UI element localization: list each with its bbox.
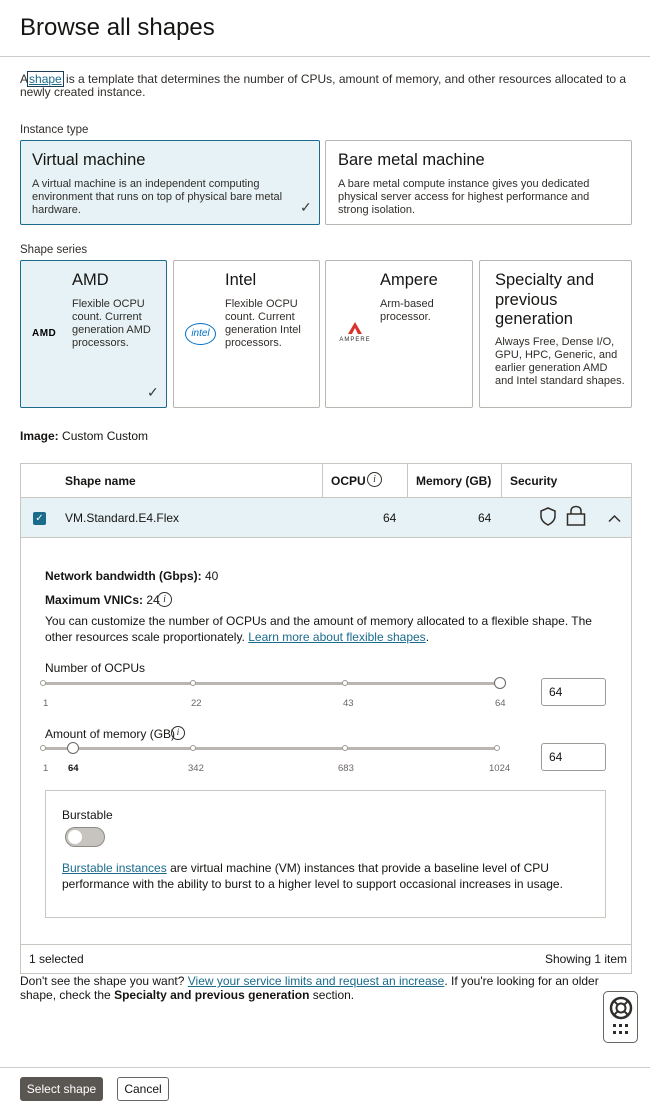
amd-logo-icon: AMD — [32, 328, 57, 339]
instance-type-virtual-machine[interactable]: Virtual machine A virtual machine is an … — [20, 140, 320, 225]
slider-tick — [40, 680, 46, 686]
lifebuoy-icon — [609, 996, 633, 1023]
col-header-memory[interactable]: Memory (GB) — [416, 474, 491, 488]
burstable-toggle[interactable] — [65, 827, 105, 847]
series-intel[interactable]: intel Intel Flexible OCPU count. Current… — [173, 260, 320, 408]
image-value: Custom Custom — [62, 429, 149, 443]
memory-input[interactable]: 64 — [541, 743, 606, 771]
lock-icon — [566, 505, 586, 529]
ocpu-info-icon[interactable]: i — [367, 472, 382, 487]
col-divider — [407, 464, 408, 497]
col-header-security[interactable]: Security — [510, 474, 557, 488]
card-title: AMD — [72, 271, 109, 289]
learn-more-flexible-link[interactable]: Learn more about flexible shapes — [248, 630, 425, 644]
memory-slider-thumb[interactable] — [67, 742, 79, 754]
row-checkbox[interactable]: ✓ — [33, 512, 46, 525]
checkmark-icon: ✓ — [147, 384, 159, 400]
customize-text: You can customize the number of OCPUs an… — [45, 614, 592, 644]
selected-count: 1 selected — [29, 952, 84, 966]
slider-tick-label: 43 — [343, 698, 354, 709]
slider-tick — [190, 745, 196, 751]
col-header-ocpu[interactable]: OCPU — [331, 474, 366, 488]
slider-tick — [342, 745, 348, 751]
slider-tick-label: 683 — [338, 763, 354, 774]
slider-tick — [342, 680, 348, 686]
slider-tick-label: 1 — [43, 763, 49, 774]
row-shape-name: VM.Standard.E4.Flex — [65, 511, 180, 525]
shape-series-label: Shape series — [20, 244, 88, 256]
row-memory: 64 — [478, 511, 492, 525]
apps-grid-icon — [613, 1024, 629, 1039]
ocpu-slider-track[interactable] — [43, 682, 501, 685]
slider-tick — [190, 680, 196, 686]
footer-divider — [0, 1067, 650, 1068]
intro-text: Ashape is a template that determines the… — [20, 71, 627, 99]
card-title: Specialty and previous generation — [495, 271, 595, 328]
card-title: Virtual machine — [32, 151, 146, 169]
series-amd[interactable]: AMD AMD Flexible OCPU count. Current gen… — [20, 260, 167, 408]
slider-tick-label: 1 — [43, 698, 49, 709]
vnics-info-icon[interactable]: i — [157, 592, 172, 607]
slider-tick-label: 64 — [68, 763, 79, 774]
card-title: Intel — [225, 271, 257, 289]
col-divider — [501, 464, 502, 497]
network-bandwidth: Network bandwidth (Gbps): 40 — [45, 569, 219, 583]
burstable-label: Burstable — [62, 808, 113, 822]
slider-tick-label: 342 — [188, 763, 204, 774]
chevron-up-icon[interactable] — [608, 512, 621, 526]
shape-link[interactable]: shape — [27, 71, 64, 87]
table-footer-divider — [21, 944, 631, 945]
ocpu-slider-thumb[interactable] — [494, 677, 506, 689]
memory-info-icon[interactable]: i — [171, 726, 185, 740]
card-description: Always Free, Dense I/O, GPU, HPC, Generi… — [495, 336, 625, 387]
slider-tick-label: 22 — [191, 698, 202, 709]
service-limits-text: Don't see the shape you want? View your … — [20, 974, 599, 1002]
ampere-logo-icon: AMPERE — [339, 322, 371, 343]
slider-tick — [40, 745, 46, 751]
series-ampere[interactable]: AMPERE Ampere Arm-based processor. — [325, 260, 473, 408]
slider-tick-label: 64 — [495, 698, 506, 709]
slider-tick — [494, 745, 500, 751]
image-info: Image: Custom Custom — [20, 429, 148, 443]
burstable-description: Burstable instances are virtual machine … — [62, 861, 563, 891]
card-title: Ampere — [380, 271, 438, 289]
showing-count: Showing 1 item — [545, 952, 628, 966]
slider-tick-label: 1024 — [489, 763, 511, 774]
series-specialty-previous[interactable]: Specialty and previous generation Always… — [479, 260, 632, 408]
ocpu-slider-label: Number of OCPUs — [45, 661, 146, 675]
card-description: Flexible OCPU count. Current generation … — [225, 298, 301, 349]
help-widget[interactable] — [603, 991, 638, 1043]
card-description: Flexible OCPU count. Current generation … — [72, 298, 151, 349]
checkmark-icon: ✓ — [300, 199, 312, 215]
select-shape-button[interactable]: Select shape — [20, 1077, 103, 1101]
burstable-instances-link[interactable]: Burstable instances — [62, 861, 167, 875]
col-header-shape-name[interactable]: Shape name — [65, 474, 136, 488]
ocpu-input[interactable]: 64 — [541, 678, 606, 706]
cancel-button[interactable]: Cancel — [117, 1077, 169, 1101]
burstable-panel — [45, 790, 606, 918]
row-ocpu: 64 — [383, 511, 397, 525]
toggle-knob — [68, 830, 82, 844]
intel-logo-icon: intel — [185, 323, 216, 345]
maximum-vnics: Maximum VNICs: 24 — [45, 593, 160, 607]
instance-type-label: Instance type — [20, 124, 89, 136]
title-divider — [0, 56, 650, 57]
service-limits-link[interactable]: View your service limits and request an … — [188, 974, 445, 988]
memory-slider-track[interactable] — [43, 747, 498, 750]
card-title: Bare metal machine — [338, 151, 485, 169]
card-description: A bare metal compute instance gives you … — [338, 178, 590, 216]
instance-type-bare-metal[interactable]: Bare metal machine A bare metal compute … — [325, 140, 632, 225]
card-description: Arm-based processor. — [380, 298, 434, 323]
shield-icon — [540, 507, 556, 529]
image-label: Image: — [20, 429, 59, 443]
col-divider — [322, 464, 323, 497]
card-description: A virtual machine is an independent comp… — [32, 178, 283, 216]
memory-slider-label: Amount of memory (GB) — [45, 727, 176, 741]
page-title: Browse all shapes — [20, 14, 215, 41]
